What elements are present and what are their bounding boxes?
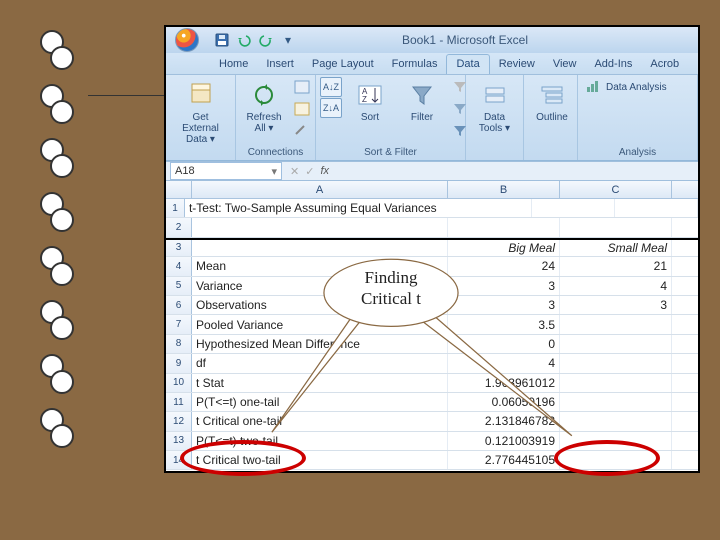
tab-formulas[interactable]: Formulas xyxy=(383,55,447,74)
highlight-circle-left xyxy=(180,440,306,476)
row-header[interactable]: 9 xyxy=(166,354,192,372)
sort-button[interactable]: AZ Sort xyxy=(346,77,394,126)
cell[interactable] xyxy=(560,374,672,392)
column-header-a[interactable]: A xyxy=(192,181,448,198)
decorative-line xyxy=(88,95,164,96)
cell[interactable] xyxy=(192,218,448,236)
fx-enter-icon[interactable]: ✓ xyxy=(305,165,314,178)
analysis-group-label: Analysis xyxy=(582,146,693,160)
chart-icon xyxy=(586,79,602,96)
ribbon-tabs: Home Insert Page Layout Formulas Data Re… xyxy=(166,53,698,75)
row-header[interactable]: 13 xyxy=(166,432,192,450)
cell[interactable] xyxy=(560,218,672,236)
row-header[interactable]: 5 xyxy=(166,277,192,295)
fx-cancel-icon[interactable]: ✕ xyxy=(290,165,299,178)
undo-icon[interactable] xyxy=(236,32,252,48)
data-tools-button[interactable]: Data Tools ▾ xyxy=(470,77,519,137)
cell[interactable] xyxy=(560,412,672,430)
cell[interactable] xyxy=(448,218,560,236)
ribbon: Get External Data ▾ Refresh All ▾ xyxy=(166,75,698,161)
callout-bubble: FindingCritical t xyxy=(316,254,466,322)
title-bar: ▾ Book1 - Microsoft Excel xyxy=(166,27,698,53)
outline-icon xyxy=(537,80,567,110)
cell[interactable] xyxy=(560,393,672,411)
select-all-corner[interactable] xyxy=(166,181,192,198)
column-headers: A B C xyxy=(166,181,698,199)
save-icon[interactable] xyxy=(214,32,230,48)
row-header[interactable]: 7 xyxy=(166,315,192,333)
outline-button[interactable]: Outline xyxy=(528,77,576,126)
row-header[interactable]: 4 xyxy=(166,257,192,275)
tab-data[interactable]: Data xyxy=(446,54,489,74)
row-header[interactable]: 11 xyxy=(166,393,192,411)
name-box-value: A18 xyxy=(175,165,195,177)
row-header[interactable]: 2 xyxy=(166,218,192,236)
cell[interactable] xyxy=(560,335,672,353)
highlight-circle-right xyxy=(554,440,660,476)
tab-review[interactable]: Review xyxy=(490,55,544,74)
sort-label: Sort xyxy=(361,112,379,123)
data-analysis-label: Data Analysis xyxy=(606,82,667,93)
funnel-icon xyxy=(407,80,437,110)
data-analysis-button[interactable]: Data Analysis xyxy=(582,77,671,98)
edit-links-icon[interactable] xyxy=(292,121,312,141)
tab-view[interactable]: View xyxy=(544,55,586,74)
quick-access-toolbar: ▾ xyxy=(214,32,296,48)
sort-asc-button[interactable]: A↓Z xyxy=(320,77,342,97)
row-header[interactable]: 10 xyxy=(166,374,192,392)
cell[interactable] xyxy=(532,199,615,217)
connections-icon[interactable] xyxy=(292,77,312,97)
connections-group-label: Connections xyxy=(240,146,311,160)
table-row: 1t-Test: Two-Sample Assuming Equal Varia… xyxy=(166,199,698,218)
sort-desc-button[interactable]: Z↓A xyxy=(320,98,342,118)
refresh-all-button[interactable]: Refresh All ▾ xyxy=(240,77,288,137)
database-icon xyxy=(186,80,216,110)
filter-label: Filter xyxy=(411,112,433,123)
data-tools-label: Data Tools ▾ xyxy=(475,112,514,134)
office-button[interactable] xyxy=(170,27,204,53)
tab-acrobat[interactable]: Acrob xyxy=(641,55,688,74)
cell[interactable] xyxy=(615,199,698,217)
formula-bar: A18 ▾ ✕ ✓ fx xyxy=(166,161,698,181)
cell[interactable] xyxy=(560,315,672,333)
cell[interactable]: t-Test: Two-Sample Assuming Equal Varian… xyxy=(185,199,532,217)
cell[interactable] xyxy=(560,354,672,372)
get-external-data-button[interactable]: Get External Data ▾ xyxy=(170,77,231,148)
row-header[interactable]: 1 xyxy=(166,199,185,217)
outline-label: Outline xyxy=(536,112,568,123)
svg-text:Z: Z xyxy=(362,95,367,104)
table-row: 2 xyxy=(166,218,698,237)
redo-icon[interactable] xyxy=(258,32,274,48)
tab-home[interactable]: Home xyxy=(210,55,257,74)
tools-icon xyxy=(480,80,510,110)
cell[interactable]: 4 xyxy=(560,277,672,295)
qat-dropdown-icon[interactable]: ▾ xyxy=(280,32,296,48)
window-title: Book1 - Microsoft Excel xyxy=(296,33,694,47)
properties-icon[interactable] xyxy=(292,99,312,119)
fx-icon[interactable]: fx xyxy=(320,165,329,177)
column-header-c[interactable]: C xyxy=(560,181,672,198)
tab-insert[interactable]: Insert xyxy=(257,55,303,74)
filter-button[interactable]: Filter xyxy=(398,77,446,126)
name-box[interactable]: A18 ▾ xyxy=(170,162,282,180)
row-header[interactable]: 8 xyxy=(166,335,192,353)
refresh-icon xyxy=(249,80,279,110)
get-external-data-label: Get External Data ▾ xyxy=(175,112,226,145)
cell[interactable]: 3 xyxy=(560,296,672,314)
row-header[interactable]: 3 xyxy=(166,240,192,256)
sort-icon: AZ xyxy=(355,80,385,110)
callout-text: FindingCritical t xyxy=(316,254,466,322)
cell[interactable]: Small Meal xyxy=(560,240,672,256)
tab-page-layout[interactable]: Page Layout xyxy=(303,55,383,74)
tab-addins[interactable]: Add-Ins xyxy=(585,55,641,74)
sort-filter-group-label: Sort & Filter xyxy=(320,146,461,160)
notebook-rings xyxy=(40,30,90,462)
row-header[interactable]: 6 xyxy=(166,296,192,314)
row-header[interactable]: 12 xyxy=(166,412,192,430)
column-header-b[interactable]: B xyxy=(448,181,560,198)
cell[interactable]: 21 xyxy=(560,257,672,275)
refresh-all-label: Refresh All ▾ xyxy=(245,112,283,134)
